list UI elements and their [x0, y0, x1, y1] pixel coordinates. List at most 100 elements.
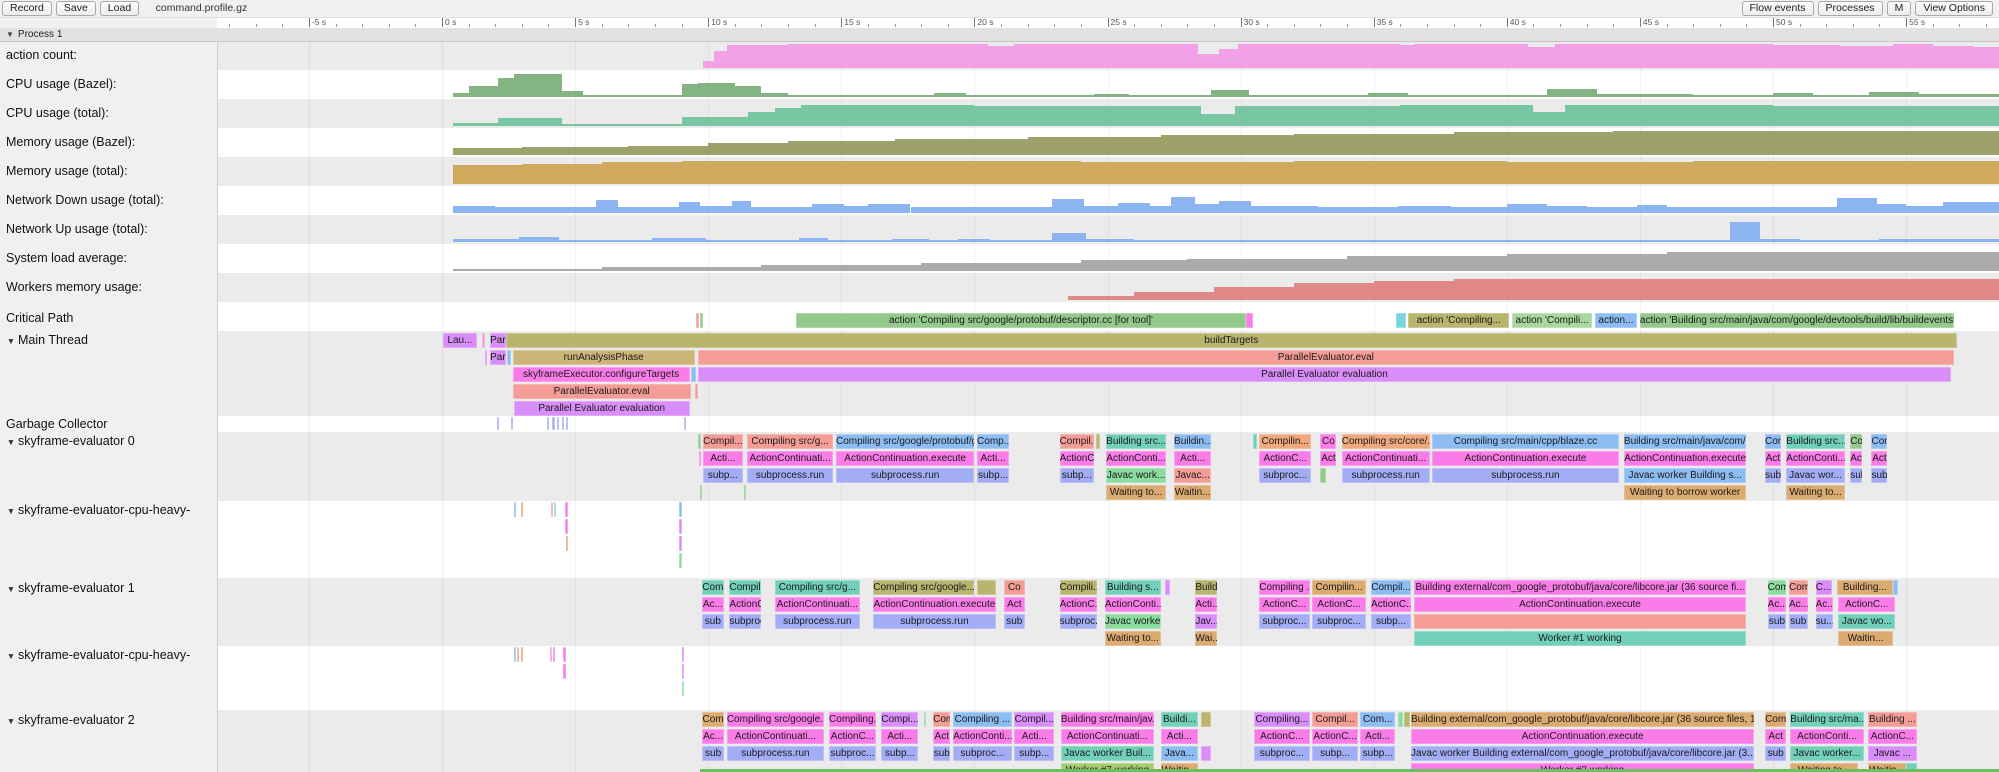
trace-event-bar[interactable]: Compilin... [1312, 580, 1365, 595]
trace-event-bar[interactable] [682, 647, 685, 662]
trace-event-bar[interactable]: Compiling src/g... [775, 580, 860, 595]
trace-event-bar[interactable] [521, 502, 523, 517]
trace-event-bar[interactable]: subp... [1360, 746, 1395, 761]
trace-event-bar[interactable] [566, 417, 568, 430]
trace-event-bar[interactable]: Com [1765, 434, 1781, 449]
trace-event-bar[interactable] [682, 664, 685, 679]
trace-event-bar[interactable]: Acti... [881, 729, 918, 744]
trace-event-bar[interactable]: Javac worker... [1790, 746, 1863, 761]
trace-event-bar[interactable]: Com [1768, 580, 1787, 595]
track-label-skyframe-evaluator-cpu-heavy[interactable]: ▼skyframe-evaluator-cpu-heavy- [4, 648, 190, 662]
trace-event-bar[interactable]: Act [1765, 729, 1786, 744]
trace-event-bar[interactable] [977, 580, 996, 595]
trace-event-bar[interactable] [700, 485, 702, 500]
trace-event-bar[interactable]: Compiling ... [953, 712, 1012, 727]
trace-event-bar[interactable]: ActionConti... [1106, 451, 1166, 466]
trace-event-bar[interactable] [547, 417, 549, 430]
collapse-arrow-icon[interactable]: ▼ [4, 336, 18, 346]
trace-event-bar[interactable] [521, 647, 523, 662]
trace-event-bar[interactable] [507, 350, 511, 365]
trace-event-bar[interactable] [565, 502, 568, 517]
track-label-skyframe-evaluator-cpu-heavy[interactable]: ▼skyframe-evaluator-cpu-heavy- [4, 503, 190, 517]
trace-event-bar[interactable]: Parallel Evaluator evaluation [698, 367, 1952, 382]
trace-event-bar[interactable]: Waiting to borrow worker [1624, 485, 1746, 500]
track-label-skyframe-evaluator-0[interactable]: ▼skyframe-evaluator 0 [4, 434, 135, 448]
trace-event-bar[interactable]: Lau... [443, 333, 476, 348]
trace-event-bar[interactable]: Building... [1837, 580, 1893, 595]
m-button[interactable]: M [1887, 1, 1912, 16]
trace-event-bar[interactable]: Building src/main/jav... [1061, 712, 1154, 727]
trace-event-bar[interactable]: ActionC... [1259, 451, 1311, 466]
trace-event-bar[interactable]: Compili... [1060, 580, 1097, 595]
trace-event-bar[interactable] [551, 502, 553, 517]
trace-event-bar[interactable]: su... [1816, 614, 1833, 629]
trace-event-bar[interactable]: subprocess.run [836, 468, 974, 483]
trace-event-bar[interactable] [679, 519, 682, 534]
trace-event-bar[interactable]: Ac... [1789, 597, 1808, 612]
trace-event-bar[interactable]: Acti... [977, 451, 1009, 466]
trace-event-bar[interactable] [1201, 746, 1212, 761]
collapse-arrow-icon[interactable]: ▼ [4, 584, 18, 594]
trace-event-bar[interactable]: Jav... [1195, 614, 1216, 629]
trace-event-bar[interactable] [698, 434, 701, 449]
trace-event-bar[interactable]: ActionContinuati... [1342, 451, 1430, 466]
trace-event-bar[interactable]: Acti... [1014, 729, 1054, 744]
trace-event-bar[interactable] [565, 519, 568, 534]
trace-event-bar[interactable]: Com [1871, 434, 1887, 449]
trace-event-bar[interactable]: ActionC... [1838, 597, 1895, 612]
trace-event-bar[interactable]: Com [1789, 580, 1808, 595]
trace-event-bar[interactable]: Acti... [703, 451, 743, 466]
trace-event-bar[interactable]: Com... [1360, 712, 1395, 727]
trace-event-bar[interactable] [514, 647, 516, 662]
trace-event-bar[interactable]: Building src... [1786, 434, 1845, 449]
trace-event-bar[interactable] [517, 647, 519, 662]
trace-event-bar[interactable]: Buildin... [1174, 434, 1211, 449]
trace-event-bar[interactable] [1893, 580, 1898, 595]
trace-event-bar[interactable]: subp... [1014, 746, 1054, 761]
trace-event-bar[interactable]: Waitin... [1838, 631, 1893, 646]
trace-event-bar[interactable]: Parallel Evaluator evaluation [514, 401, 690, 416]
trace-event-bar[interactable]: Javac worker Buil... [1061, 746, 1154, 761]
trace-event-bar[interactable]: Build... [1195, 580, 1216, 595]
trace-event-bar[interactable]: Waiting to... [1105, 631, 1161, 646]
trace-event-bar[interactable] [679, 502, 682, 517]
trace-event-bar[interactable]: ActionContinuation.execute [1432, 451, 1618, 466]
trace-event-bar[interactable]: ActionC... [729, 597, 761, 612]
trace-event-bar[interactable]: Buildi... [1161, 712, 1198, 727]
trace-event-bar[interactable]: Compilin... [1259, 434, 1311, 449]
trace-event-bar[interactable]: ParallelEvaluator.eval [513, 384, 691, 399]
trace-event-bar[interactable] [514, 502, 516, 517]
trace-event-bar[interactable]: Building src/ma... [1790, 712, 1863, 727]
trace-event-bar[interactable]: Java... [1161, 746, 1198, 761]
trace-event-bar[interactable] [695, 384, 698, 399]
trace-event-bar[interactable]: subp... [881, 746, 918, 761]
record-button[interactable]: Record [2, 1, 52, 16]
trace-event-bar[interactable] [1396, 313, 1405, 328]
save-button[interactable]: Save [56, 1, 96, 16]
collapse-arrow-icon[interactable]: ▼ [4, 437, 18, 447]
trace-event-bar[interactable]: sub [702, 746, 724, 761]
trace-event-bar[interactable]: subproc... [1259, 614, 1310, 629]
view-options-button[interactable]: View Options [1915, 1, 1993, 16]
trace-event-bar[interactable]: Javac worker Building external/com_googl… [1411, 746, 1754, 761]
trace-event-bar[interactable]: subprocess.run [727, 746, 824, 761]
trace-event-bar[interactable]: sub [1871, 468, 1887, 483]
trace-event-bar[interactable]: subp... [1312, 746, 1357, 761]
trace-event-bar[interactable]: Com [702, 580, 725, 595]
trace-event-bar[interactable] [482, 333, 485, 348]
trace-event-bar[interactable] [1246, 313, 1253, 328]
trace-event-bar[interactable]: ActionContinuation.execute [1624, 451, 1746, 466]
trace-event-bar[interactable]: subprocess.run [1432, 468, 1618, 483]
trace-event-bar[interactable]: Compiling ... [1259, 580, 1310, 595]
trace-event-bar[interactable]: Act [1871, 451, 1887, 466]
trace-event-bar[interactable]: Co [1320, 434, 1336, 449]
trace-event-bar[interactable] [1414, 614, 1747, 629]
trace-event-bar[interactable]: Compil... [1371, 580, 1411, 595]
collapse-arrow-icon[interactable]: ▼ [4, 651, 18, 661]
trace-event-bar[interactable]: ActionC... [829, 729, 876, 744]
trace-event-bar[interactable]: ActionConti... [953, 729, 1012, 744]
trace-event-bar[interactable]: Co [1850, 434, 1862, 449]
trace-event-bar[interactable] [1320, 468, 1325, 483]
trace-event-bar[interactable] [679, 536, 682, 551]
trace-event-bar[interactable] [691, 367, 696, 382]
